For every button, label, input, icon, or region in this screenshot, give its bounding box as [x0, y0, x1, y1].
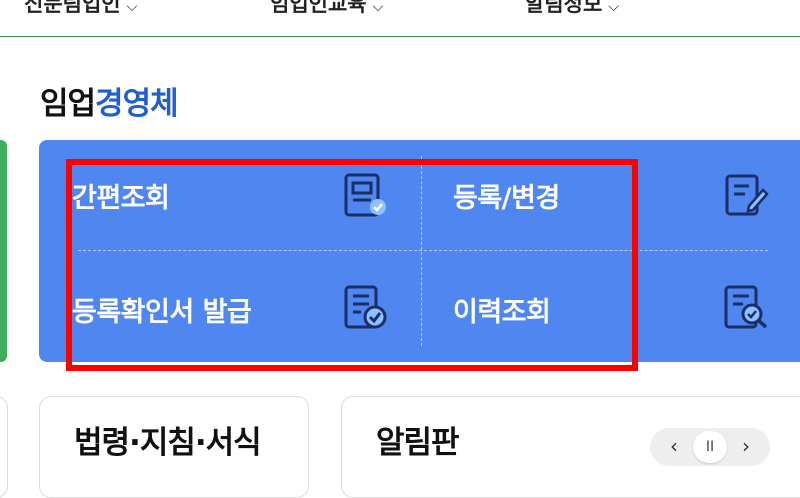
card-title: 법령·지침·서식	[74, 425, 262, 461]
chevron-left-icon: ‹	[670, 434, 678, 458]
pause-icon: II	[705, 439, 715, 455]
section-title-accent: 경영체	[95, 86, 179, 122]
menu-item-label: 등록확인서 발급	[72, 297, 252, 328]
chevron-down-icon: ⌵	[372, 0, 384, 15]
carousel-controls: ‹ II ›	[650, 428, 770, 466]
law-guide-form-card[interactable]: 법령·지침·서식	[39, 396, 309, 498]
chevron-right-icon: ›	[742, 434, 750, 458]
chevron-down-icon: ⌵	[608, 0, 619, 15]
menu-item-label: 이력조회	[453, 297, 551, 328]
pause-button[interactable]: II	[693, 431, 727, 463]
divider-horizontal	[78, 250, 768, 251]
card-edge	[0, 396, 8, 498]
certificate-check-icon	[344, 285, 387, 329]
nav-item-news[interactable]: 신문림업인 ⌵	[24, 0, 137, 18]
previous-button[interactable]: ‹	[656, 428, 692, 466]
document-edit-icon	[725, 174, 769, 216]
card-title: 알림판	[376, 425, 460, 461]
menu-item-history-lookup[interactable]: 이력조회	[423, 254, 773, 354]
nav-item-notice-info[interactable]: 알림정보 ⌵	[525, 0, 619, 18]
menu-item-register-change[interactable]: 등록/변경	[423, 160, 773, 248]
document-check-icon	[344, 173, 386, 217]
nav-item-label: 신문림업인	[24, 0, 121, 16]
divider-vertical	[421, 156, 422, 346]
section-title-prefix: 임업	[40, 86, 96, 122]
nav-item-label: 알림정보	[525, 0, 603, 16]
menu-item-registration-certificate[interactable]: 등록확인서 발급	[70, 254, 420, 354]
nav-item-education[interactable]: 임업인교육 ⌵	[270, 0, 383, 18]
menu-item-label: 간편조회	[72, 183, 170, 214]
next-button[interactable]: ›	[728, 428, 764, 466]
top-navigation: 신문림업인 ⌵ 임업인교육 ⌵ 알림정보 ⌵	[0, 0, 800, 37]
nav-item-label: 임업인교육	[270, 0, 367, 16]
section-title: 임업경영체	[40, 78, 179, 123]
menu-item-label: 등록/변경	[453, 183, 560, 214]
chevron-down-icon: ⌵	[126, 0, 138, 15]
side-panel-edge	[0, 140, 7, 362]
menu-item-quick-lookup[interactable]: 간편조회	[70, 160, 420, 248]
document-search-icon	[724, 285, 768, 329]
